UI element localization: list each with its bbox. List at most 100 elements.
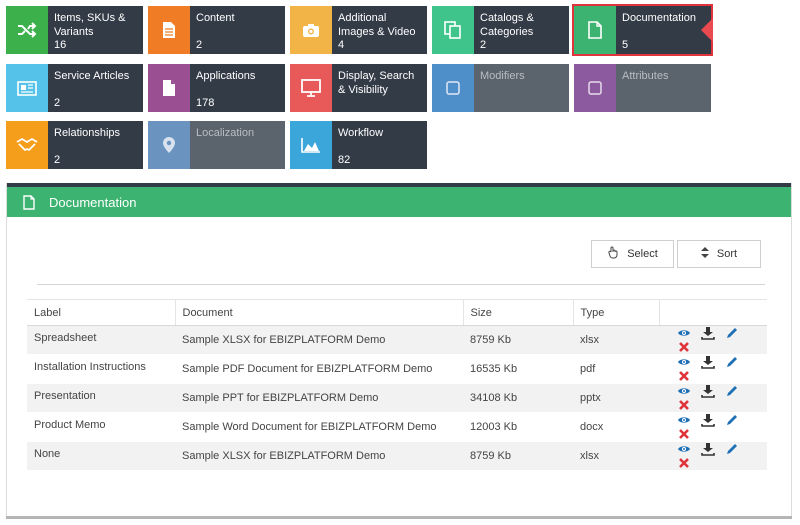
delete-x-icon[interactable]: [677, 398, 691, 412]
pointer-hand-icon: [607, 246, 619, 262]
edit-pencil-icon[interactable]: [725, 442, 739, 456]
view-eye-icon[interactable]: [677, 384, 691, 398]
cell-size: 8759 Kb: [463, 325, 573, 355]
column-header-label[interactable]: Label: [27, 299, 176, 326]
tile-content[interactable]: Content 2: [148, 6, 285, 54]
tile-workflow[interactable]: Workflow 82: [290, 121, 427, 169]
panel-title: Documentation: [49, 194, 137, 210]
select-button[interactable]: Select: [591, 240, 674, 268]
tile-count: 82: [338, 154, 351, 166]
area-chart-icon: [290, 121, 332, 169]
tile-attributes[interactable]: Attributes: [574, 64, 711, 112]
tile-label: Service Articles: [54, 70, 130, 82]
tile-count: 5: [622, 39, 629, 51]
tile-label: Documentation: [622, 12, 696, 24]
tile-label: Attributes: [622, 70, 669, 82]
cell-actions: [659, 441, 767, 471]
view-eye-icon[interactable]: [677, 413, 691, 427]
cell-size: 16535 Kb: [463, 354, 573, 384]
view-eye-icon[interactable]: [677, 326, 691, 340]
monitor-icon: [290, 64, 332, 112]
cell-actions: [659, 383, 767, 413]
cell-label: Product Memo: [27, 412, 175, 442]
panel-bottom-border: [6, 516, 792, 519]
tile-label: Display, Search & Visibility: [338, 70, 415, 96]
copy-icon: [432, 6, 474, 54]
square-icon: [432, 64, 474, 112]
cell-document: Sample PDF Document for EBIZPLATFORM Dem…: [175, 354, 463, 384]
tile-label: Content: [196, 12, 235, 24]
table-row[interactable]: Spreadsheet Sample XLSX for EBIZPLATFORM…: [27, 325, 767, 355]
divider: [37, 284, 765, 285]
tile-service-articles[interactable]: Service Articles 2: [6, 64, 143, 112]
download-icon[interactable]: [701, 384, 715, 398]
edit-pencil-icon[interactable]: [725, 326, 739, 340]
column-header-type[interactable]: Type: [573, 299, 660, 326]
tile-label: Additional Images & Video: [338, 12, 416, 38]
sort-button[interactable]: Sort: [677, 240, 761, 268]
table-row[interactable]: Installation Instructions Sample PDF Doc…: [27, 354, 767, 384]
tile-count: 4: [338, 39, 345, 51]
table-row[interactable]: Presentation Sample PPT for EBIZPLATFORM…: [27, 383, 767, 413]
delete-x-icon[interactable]: [677, 427, 691, 441]
panel-header: Documentation: [7, 187, 791, 217]
tile-display-search-visibility[interactable]: Display, Search & Visibility: [290, 64, 427, 112]
cell-label: None: [27, 441, 175, 471]
cell-document: Sample PPT for EBIZPLATFORM Demo: [175, 383, 463, 413]
table-row[interactable]: None Sample XLSX for EBIZPLATFORM Demo 8…: [27, 441, 767, 471]
download-icon[interactable]: [701, 355, 715, 369]
column-header-actions: [659, 299, 767, 326]
tile-documentation[interactable]: Documentation 5: [572, 4, 713, 56]
tile-localization[interactable]: Localization: [148, 121, 285, 169]
cell-actions: [659, 412, 767, 442]
delete-x-icon[interactable]: [677, 369, 691, 383]
tile-count: 2: [54, 154, 61, 166]
cell-document: Sample Word Document for EBIZPLATFORM De…: [175, 412, 463, 442]
handshake-icon: [6, 121, 48, 169]
edit-pencil-icon[interactable]: [725, 355, 739, 369]
tile-count: 2: [480, 39, 487, 51]
document-icon: [23, 194, 35, 210]
tile-count: 16: [54, 39, 67, 51]
column-header-document[interactable]: Document: [175, 299, 464, 326]
download-icon[interactable]: [701, 413, 715, 427]
view-eye-icon[interactable]: [677, 355, 691, 369]
tile-label: Localization: [196, 127, 255, 139]
tile-label: Items, SKUs & Variants: [54, 12, 126, 38]
tile-additional-images-video[interactable]: Additional Images & Video 4: [290, 6, 427, 54]
cell-document: Sample XLSX for EBIZPLATFORM Demo: [175, 441, 463, 471]
column-header-size[interactable]: Size: [463, 299, 574, 326]
tile-applications[interactable]: Applications 178: [148, 64, 285, 112]
documentation-panel: Documentation Select Sort Label Document…: [6, 183, 792, 519]
cell-type: docx: [573, 412, 659, 442]
select-label: Select: [627, 248, 658, 260]
tile-count: 178: [196, 97, 215, 109]
cell-type: pptx: [573, 383, 659, 413]
delete-x-icon[interactable]: [677, 340, 691, 354]
sort-icon: [700, 247, 709, 261]
download-icon[interactable]: [701, 442, 715, 456]
edit-pencil-icon[interactable]: [725, 384, 739, 398]
tile-count: 2: [196, 39, 203, 51]
sort-label: Sort: [716, 248, 738, 260]
document-icon: [574, 6, 616, 54]
tile-items-skus-variants[interactable]: Items, SKUs & Variants 16: [6, 6, 143, 54]
view-eye-icon[interactable]: [677, 442, 691, 456]
table-row[interactable]: Product Memo Sample Word Document for EB…: [27, 412, 767, 442]
documents-table: Label Document Size Type Spreadsheet Sam…: [27, 299, 767, 471]
map-marker-icon: [148, 121, 190, 169]
cell-type: pdf: [573, 354, 659, 384]
edit-pencil-icon[interactable]: [725, 413, 739, 427]
tile-label: Catalogs & Categories: [480, 12, 534, 38]
cell-document: Sample XLSX for EBIZPLATFORM Demo: [175, 325, 463, 355]
delete-x-icon[interactable]: [677, 456, 691, 470]
tile-modifiers[interactable]: Modifiers: [432, 64, 569, 112]
cell-actions: [659, 325, 767, 355]
tile-catalogs-categories[interactable]: Catalogs & Categories 2: [432, 6, 569, 54]
download-icon[interactable]: [701, 326, 715, 340]
table-header-row: Label Document Size Type: [27, 299, 767, 326]
tile-label: Workflow: [338, 127, 384, 139]
cell-label: Presentation: [27, 383, 175, 413]
tile-label: Applications: [196, 70, 256, 82]
tile-relationships[interactable]: Relationships 2: [6, 121, 143, 169]
